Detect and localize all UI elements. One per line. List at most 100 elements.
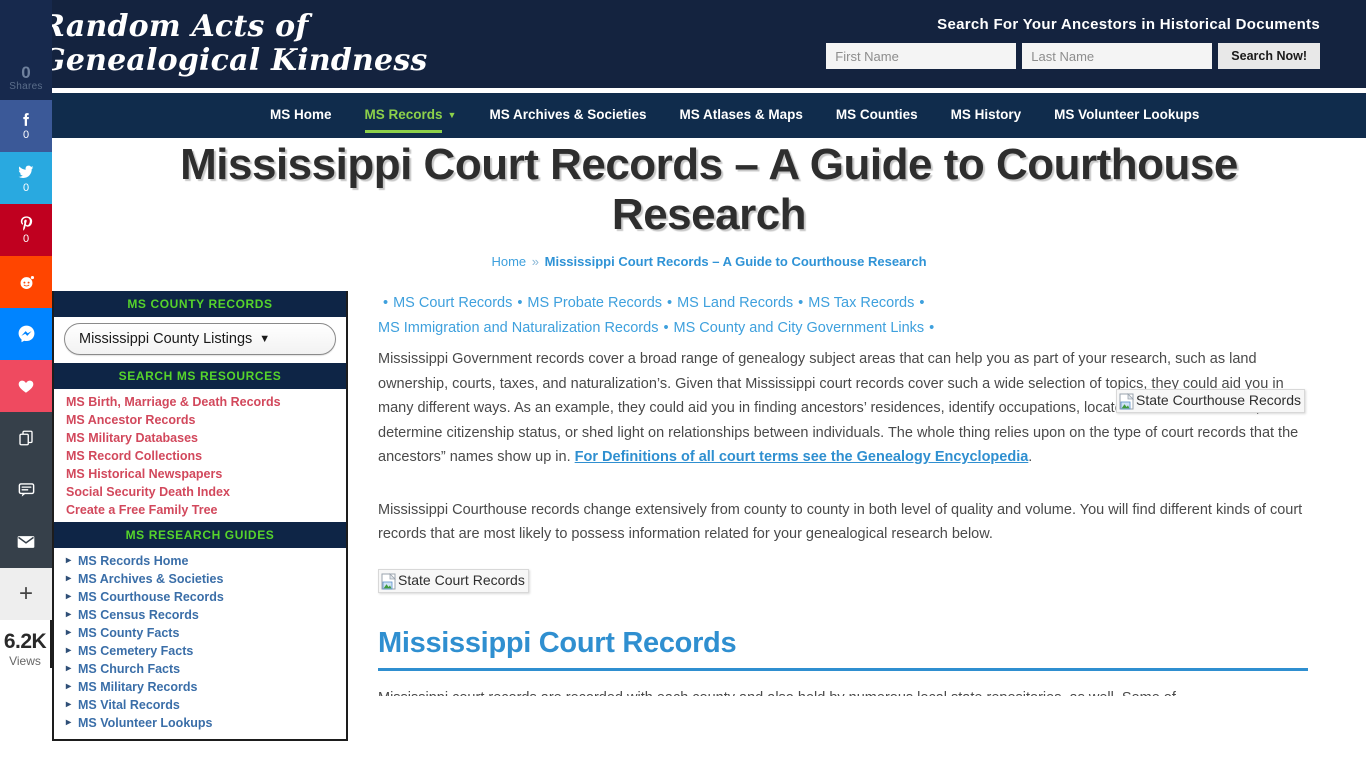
share-count-twitter: 0: [22, 181, 30, 194]
comment-icon: [18, 483, 34, 497]
widget-body-county-records: Mississippi County Listings ▼: [54, 317, 346, 363]
broken-image-alt-text: State Court Records: [398, 571, 525, 588]
heart-icon: [18, 380, 34, 393]
nav-item-ms-home[interactable]: MS Home: [270, 107, 332, 124]
nav-label: MS Archives & Societies: [489, 107, 647, 122]
list-item[interactable]: MS Military Records: [66, 678, 346, 696]
broken-image-state-court-records: State Court Records: [378, 568, 529, 593]
list-item[interactable]: MS Church Facts: [66, 660, 346, 678]
list-item[interactable]: MS Cemetery Facts: [66, 642, 346, 660]
toc-link-immigration-records[interactable]: MS Immigration and Naturalization Record…: [378, 320, 658, 336]
share-button-pinterest[interactable]: 0: [0, 204, 52, 256]
list-item[interactable]: MS Census Records: [66, 606, 346, 624]
chevron-down-icon: ▼: [259, 333, 271, 345]
breadcrumb-home[interactable]: Home: [491, 254, 526, 269]
list-item[interactable]: MS Records Home: [66, 552, 346, 570]
share-total: 0 Shares: [0, 0, 52, 100]
nav-label: MS Atlases & Maps: [679, 107, 803, 122]
nav-item-ms-volunteer-lookups[interactable]: MS Volunteer Lookups: [1054, 107, 1199, 124]
nav-label: MS History: [950, 107, 1022, 122]
widget-title-research-guides: MS RESEARCH GUIDES: [54, 522, 346, 548]
nav-item-ms-records[interactable]: MS Records ▼: [364, 107, 457, 133]
search-resources-list: MS Birth, Marriage & Death Records MS An…: [54, 389, 346, 522]
first-name-input[interactable]: [826, 43, 1017, 69]
pinterest-icon: [20, 216, 32, 231]
logo-line-1: Random Acts of: [40, 9, 309, 44]
list-item[interactable]: MS Courthouse Records: [66, 588, 346, 606]
site-header: Random Acts of Genealogical Kindness Sea…: [0, 0, 1366, 88]
share-button-reddit[interactable]: [0, 256, 52, 308]
list-item[interactable]: MS Historical Newspapers: [66, 465, 346, 483]
share-button-more[interactable]: +: [0, 568, 52, 620]
breadcrumb: Home » Mississippi Court Records – A Gui…: [52, 254, 1366, 269]
page-title: Mississippi Court Records – A Guide to C…: [180, 140, 1238, 239]
search-form: Search Now!: [826, 43, 1320, 69]
site-logo[interactable]: Random Acts of Genealogical Kindness: [40, 10, 460, 78]
share-count-pinterest: 0: [22, 233, 30, 245]
bullet-dot: •: [929, 320, 935, 336]
widget-title-search-resources: SEARCH MS RESOURCES: [54, 363, 346, 389]
table-of-contents: • MS Court Records • MS Probate Records • MS …: [378, 291, 1308, 341]
share-button-copy-link[interactable]: [0, 412, 52, 464]
county-select-value: Mississippi County Listings: [79, 331, 253, 347]
toc-link-court-records[interactable]: MS Court Records: [393, 295, 512, 311]
share-button-messenger[interactable]: [0, 308, 52, 360]
email-icon: [17, 535, 35, 548]
share-button-love[interactable]: [0, 360, 52, 412]
bullet-dot: •: [798, 295, 804, 311]
toc-link-tax-records[interactable]: MS Tax Records: [808, 295, 914, 311]
title-block: Mississippi Court Records – A Guide to C…: [52, 140, 1366, 269]
list-item[interactable]: MS Record Collections: [66, 447, 346, 465]
section-heading-mississippi-court-records: Mississippi Court Records: [378, 627, 1308, 671]
list-item[interactable]: Social Security Death Index: [66, 483, 346, 501]
list-item[interactable]: MS Volunteer Lookups: [66, 714, 346, 732]
header-search: Search For Your Ancestors in Historical …: [826, 16, 1320, 69]
toc-link-land-records[interactable]: MS Land Records: [677, 295, 793, 311]
share-button-twitter[interactable]: 0: [0, 152, 52, 204]
list-item[interactable]: MS County Facts: [66, 624, 346, 642]
list-item[interactable]: MS Military Databases: [66, 429, 346, 447]
nav-label: MS Volunteer Lookups: [1054, 107, 1200, 122]
share-total-count: 0: [21, 63, 31, 82]
breadcrumb-separator: »: [531, 254, 540, 269]
county-listings-select[interactable]: Mississippi County Listings ▼: [64, 323, 336, 355]
paragraph-tail-clipped: Mississippi court records are recorded w…: [378, 686, 1308, 696]
search-now-button[interactable]: Search Now!: [1218, 43, 1320, 69]
broken-image-alt-text: State Courthouse Records: [1136, 392, 1301, 408]
research-guides-list: MS Records Home MS Archives & Societies …: [54, 548, 346, 735]
views-count: 6.2K: [3, 630, 47, 653]
paragraph-courthouse-records: Mississippi Courthouse records change ex…: [378, 501, 1303, 543]
paragraph-intro-tail: .: [1028, 449, 1033, 465]
list-item[interactable]: MS Archives & Societies: [66, 570, 346, 588]
toc-link-government-links[interactable]: MS County and City Government Links: [674, 320, 925, 336]
social-share-rail: 0 Shares 0 0 0 + 6.2K Views: [0, 0, 52, 768]
share-total-label: Shares: [9, 81, 43, 92]
list-item[interactable]: Create a Free Family Tree: [66, 501, 346, 519]
nav-item-ms-history[interactable]: MS History: [951, 107, 1022, 124]
breadcrumb-current: Mississippi Court Records – A Guide to C…: [544, 254, 927, 269]
facebook-icon: [22, 113, 29, 126]
nav-item-ms-archives-societies[interactable]: MS Archives & Societies: [489, 107, 646, 124]
views-counter: 6.2K Views: [0, 620, 52, 668]
broken-image-state-courthouse-records: State Courthouse Records: [1116, 389, 1305, 413]
share-button-email[interactable]: [0, 516, 52, 568]
twitter-icon: [18, 165, 34, 178]
share-button-comment[interactable]: [0, 464, 52, 516]
broken-image-icon: [381, 572, 398, 590]
logo-line-2: Genealogical Kindness: [40, 43, 428, 78]
list-item[interactable]: MS Vital Records: [66, 696, 346, 714]
sidebar: MS COUNTY RECORDS Mississippi County Lis…: [52, 291, 348, 741]
toc-link-probate-records[interactable]: MS Probate Records: [527, 295, 662, 311]
nav-item-ms-counties[interactable]: MS Counties: [836, 107, 918, 124]
nav-item-ms-atlases-maps[interactable]: MS Atlases & Maps: [680, 107, 803, 124]
genealogy-encyclopedia-link[interactable]: For Definitions of all court terms see t…: [575, 449, 1029, 465]
broken-image-icon: [1119, 393, 1136, 410]
nav-label: MS Home: [270, 107, 332, 122]
list-item[interactable]: MS Ancestor Records: [66, 411, 346, 429]
bullet-dot: •: [667, 295, 673, 311]
share-button-facebook[interactable]: 0: [0, 100, 52, 152]
last-name-input[interactable]: [1022, 43, 1213, 69]
list-item[interactable]: MS Birth, Marriage & Death Records: [66, 393, 346, 411]
plus-icon: +: [18, 580, 33, 607]
chevron-down-icon: ▼: [447, 109, 457, 120]
